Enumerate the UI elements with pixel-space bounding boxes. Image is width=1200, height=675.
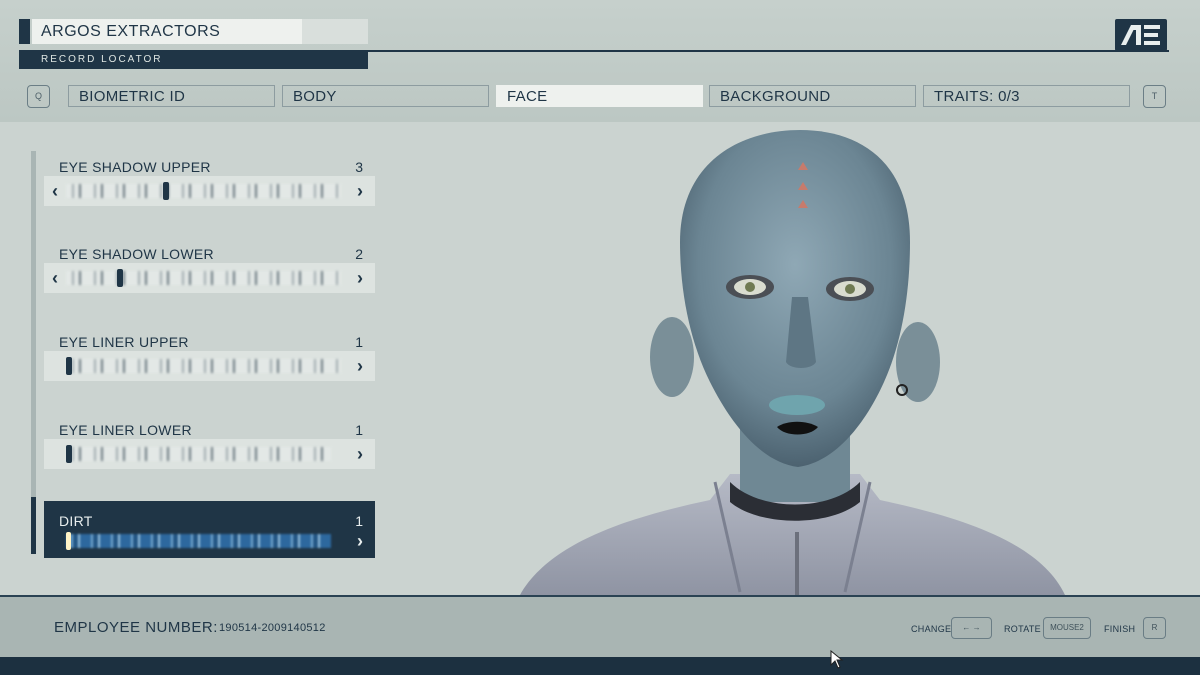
slider-bar[interactable]: ‹ › <box>44 263 375 293</box>
employee-number-value: 190514-2009140512 <box>219 622 326 634</box>
tab-traits[interactable]: TRAITS: 0/3 <box>923 85 1130 107</box>
chevron-left-icon[interactable]: ‹ <box>48 268 62 288</box>
left-iris <box>745 282 755 292</box>
slider-label: EYE SHADOW LOWER <box>59 246 214 262</box>
slider-label: EYE SHADOW UPPER <box>59 159 211 175</box>
slider-track[interactable] <box>66 359 341 373</box>
chevron-right-icon[interactable]: › <box>353 444 367 464</box>
slider-value: 2 <box>355 246 363 262</box>
tab-biometric-id[interactable]: BIOMETRIC ID <box>68 85 275 107</box>
tab-body[interactable]: BODY <box>282 85 489 107</box>
bottom-strip <box>0 657 1200 675</box>
slider-track[interactable] <box>66 184 341 198</box>
tab-background[interactable]: BACKGROUND <box>709 85 916 107</box>
slider-track[interactable] <box>66 447 331 461</box>
scrollbar-thumb[interactable] <box>31 497 36 554</box>
org-name-extension <box>302 19 368 44</box>
org-name: ARGOS EXTRACTORS <box>32 19 302 44</box>
tab-face[interactable]: FACE <box>496 85 703 107</box>
slider-bar[interactable]: › <box>44 526 375 556</box>
slider-bar[interactable]: › <box>44 439 375 469</box>
right-ear <box>896 322 940 402</box>
slider-eye-liner-lower[interactable]: EYE LINER LOWER 1 › <box>44 422 375 472</box>
ae-logo-icon <box>1115 19 1167 51</box>
slider-bar[interactable]: ‹ › <box>44 176 375 206</box>
slider-eye-liner-upper[interactable]: EYE LINER UPPER 1 › <box>44 334 375 384</box>
header-bar: ARGOS EXTRACTORS RECORD LOCATOR Q BIOMET… <box>0 0 1200 122</box>
change-key-button[interactable]: ← → <box>951 617 992 639</box>
chevron-right-icon[interactable]: › <box>353 531 367 551</box>
slider-thumb[interactable] <box>117 269 124 287</box>
slider-track[interactable] <box>66 534 331 548</box>
slider-eye-shadow-lower[interactable]: EYE SHADOW LOWER 2 ‹ › <box>44 246 375 296</box>
slider-value: 3 <box>355 159 363 175</box>
slider-track[interactable] <box>66 271 341 285</box>
next-tab-key-button[interactable]: T <box>1143 85 1166 108</box>
slider-thumb[interactable] <box>162 182 169 200</box>
hint-rotate-label: ROTATE <box>1004 624 1041 634</box>
org-tab-mark <box>19 19 30 44</box>
mouse-cursor-icon <box>830 650 844 669</box>
chevron-left-icon[interactable]: ‹ <box>48 181 62 201</box>
left-ear <box>650 317 694 397</box>
chevron-right-icon[interactable]: › <box>353 268 367 288</box>
employee-number-label: EMPLOYEE NUMBER: <box>54 619 218 636</box>
slider-thumb[interactable] <box>66 532 71 550</box>
character-preview[interactable] <box>440 122 1200 595</box>
finish-key-button[interactable]: R <box>1143 617 1166 639</box>
slider-value: 1 <box>355 422 363 438</box>
right-iris <box>845 284 855 294</box>
slider-bar[interactable]: › <box>44 351 375 381</box>
record-locator-label: RECORD LOCATOR <box>19 51 368 69</box>
chevron-right-icon[interactable]: › <box>353 356 367 376</box>
main-panel: EYE SHADOW UPPER 3 ‹ › EYE SHADOW LOWER … <box>0 122 1200 595</box>
slider-label: EYE LINER UPPER <box>59 334 189 350</box>
prev-tab-key-button[interactable]: Q <box>27 85 50 108</box>
hint-change-label: CHANGE <box>911 624 952 634</box>
slider-dirt[interactable]: DIRT 1 › <box>44 501 375 558</box>
slider-label: EYE LINER LOWER <box>59 422 192 438</box>
slider-eye-shadow-upper[interactable]: EYE SHADOW UPPER 3 ‹ › <box>44 159 375 209</box>
footer-bar: EMPLOYEE NUMBER: 190514-2009140512 CHANG… <box>0 595 1200 657</box>
rotate-key-button[interactable]: MOUSE2 <box>1043 617 1091 639</box>
slider-value: 1 <box>355 334 363 350</box>
slider-thumb[interactable] <box>66 445 72 463</box>
mouth-lips <box>769 395 825 415</box>
hint-finish-label: FINISH <box>1104 624 1136 634</box>
chevron-right-icon[interactable]: › <box>353 181 367 201</box>
scrollbar-track[interactable] <box>31 151 36 554</box>
slider-thumb[interactable] <box>66 357 72 375</box>
